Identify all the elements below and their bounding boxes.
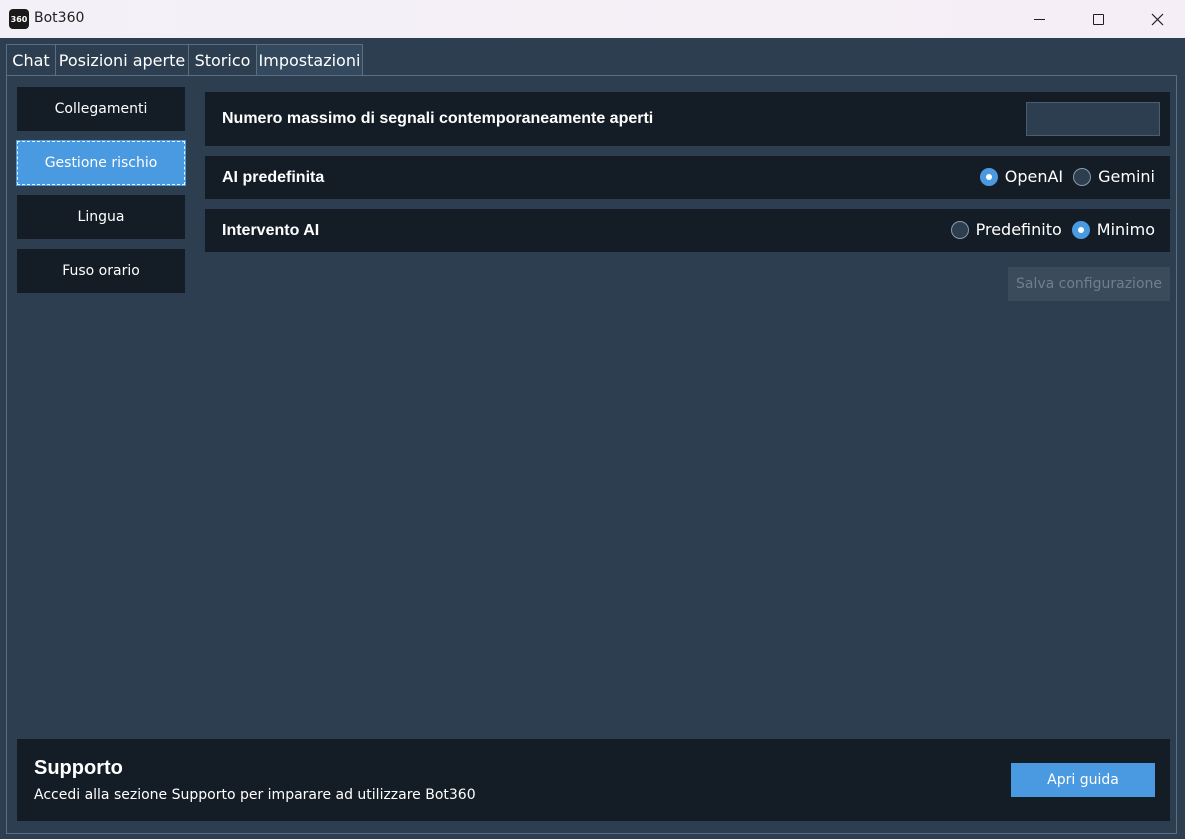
- sidebar-item-connections[interactable]: Collegamenti: [17, 87, 185, 131]
- open-guide-button[interactable]: Apri guida: [1011, 763, 1155, 797]
- title-bar: 360 Bot360: [0, 0, 1185, 38]
- maximize-button[interactable]: [1069, 0, 1128, 38]
- radio-unselected-icon: [1073, 167, 1092, 186]
- max-signals-label: Numero massimo di segnali contemporaneam…: [222, 110, 654, 127]
- maximize-icon: [1093, 13, 1104, 25]
- app-icon: 360: [9, 9, 29, 29]
- radio-gemini[interactable]: Gemini: [1073, 167, 1155, 186]
- radio-default-label: Predefinito: [975, 220, 1062, 239]
- tab-open-positions[interactable]: Posizioni aperte: [55, 44, 189, 76]
- sidebar-item-risk-management[interactable]: Gestione rischio: [16, 140, 186, 186]
- ai-intervention-row: Intervento AI Predefinito Minimo: [205, 209, 1170, 252]
- radio-minimum-label: Minimo: [1096, 220, 1155, 239]
- close-button[interactable]: [1128, 0, 1185, 38]
- radio-minimum[interactable]: Minimo: [1071, 220, 1155, 239]
- bottom-strip: [0, 834, 1185, 839]
- save-config-button[interactable]: Salva configurazione: [1008, 267, 1170, 301]
- default-ai-row: AI predefinita OpenAI Gemini: [205, 156, 1170, 199]
- default-ai-radio-group: OpenAI Gemini: [970, 167, 1155, 186]
- support-title: Supporto: [34, 757, 123, 779]
- radio-openai[interactable]: OpenAI: [979, 167, 1064, 186]
- tab-chat[interactable]: Chat: [6, 44, 56, 76]
- sidebar-item-language[interactable]: Lingua: [17, 195, 185, 239]
- default-ai-label: AI predefinita: [222, 169, 325, 186]
- radio-selected-icon: [1071, 220, 1090, 239]
- minimize-button[interactable]: [1010, 0, 1069, 38]
- sidebar-item-timezone[interactable]: Fuso orario: [17, 249, 185, 293]
- radio-default[interactable]: Predefinito: [950, 220, 1062, 239]
- radio-unselected-icon: [950, 220, 969, 239]
- radio-gemini-label: Gemini: [1098, 167, 1155, 186]
- support-description: Accedi alla sezione Supporto per imparar…: [34, 787, 476, 803]
- max-signals-row: Numero massimo di segnali contemporaneam…: [205, 92, 1170, 146]
- radio-selected-icon: [979, 167, 998, 186]
- ai-intervention-radio-group: Predefinito Minimo: [941, 220, 1155, 239]
- support-panel: Supporto Accedi alla sezione Supporto pe…: [17, 739, 1170, 821]
- tab-settings[interactable]: Impostazioni: [256, 44, 363, 76]
- ai-intervention-label: Intervento AI: [222, 222, 320, 239]
- minimize-icon: [1034, 18, 1045, 20]
- close-icon: [1151, 13, 1164, 25]
- tab-history[interactable]: Storico: [188, 44, 257, 76]
- radio-openai-label: OpenAI: [1004, 167, 1064, 186]
- max-signals-input[interactable]: [1026, 102, 1160, 136]
- window-title: Bot360: [34, 10, 85, 26]
